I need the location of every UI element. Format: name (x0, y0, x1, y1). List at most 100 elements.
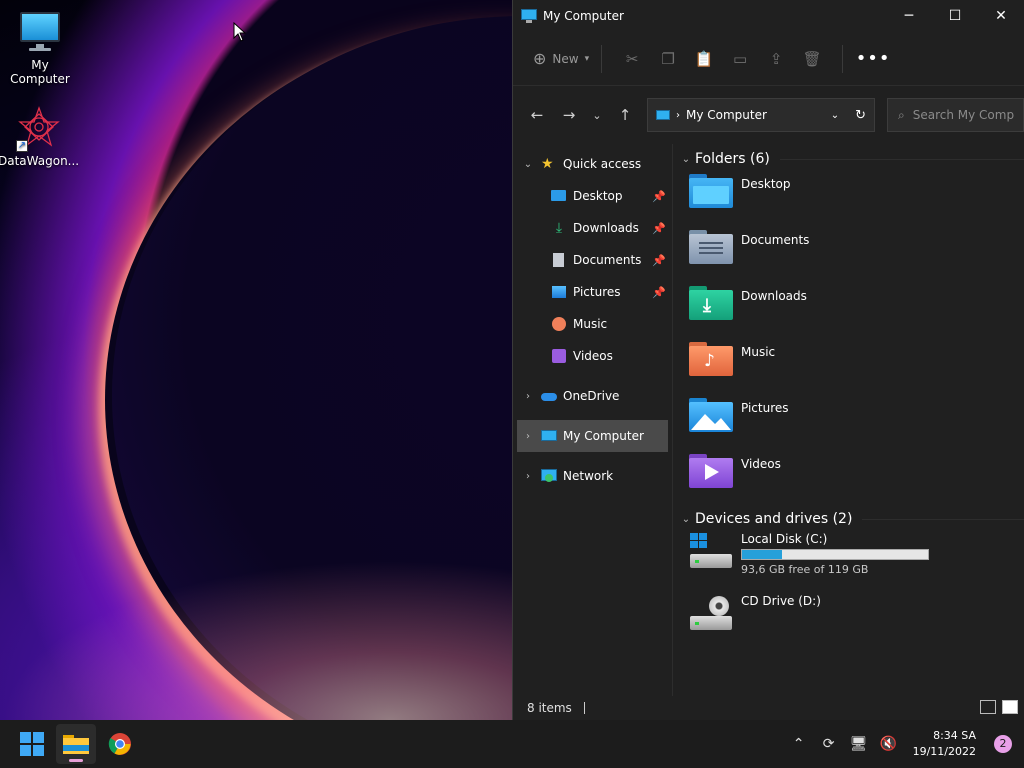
separator (601, 44, 603, 73)
separator (842, 44, 844, 73)
folders-group-header[interactable]: ⌄ Folders (6) (679, 148, 1024, 170)
folder-name: Videos (741, 457, 781, 471)
desktop-icon-datawagon[interactable]: ↗ DataWagon... (0, 106, 80, 168)
sidebar-item-onedrive[interactable]: › OneDrive (513, 380, 672, 412)
sidebar-item-label: Network (563, 469, 614, 483)
chevron-down-icon[interactable]: ⌄ (521, 159, 535, 170)
recent-locations-chevron-icon[interactable]: ⌄ (585, 100, 609, 130)
chevron-up-icon[interactable]: ⌃ (789, 736, 809, 752)
pin-icon: 📌 (652, 189, 666, 203)
more-options-button[interactable]: ••• (855, 48, 891, 69)
datawagon-logo-icon: ↗ (16, 106, 60, 152)
minimize-button[interactable]: ─ (886, 0, 932, 32)
large-icons-view-icon[interactable] (1002, 700, 1018, 714)
pictures-folder-icon (689, 398, 733, 434)
time: 8:34 SA (933, 729, 976, 742)
chevron-right-icon[interactable]: › (521, 431, 535, 442)
desktop-icon-my-computer[interactable]: My Computer (0, 10, 80, 86)
sidebar-item-label: Videos (573, 349, 613, 363)
search-input[interactable]: ⌕ Search My Comp (887, 98, 1024, 132)
details-view-icon[interactable] (980, 700, 996, 714)
refresh-icon[interactable]: ↻ (855, 108, 866, 123)
address-bar[interactable]: › My Computer ⌄ ↻ (647, 98, 875, 132)
breadcrumb-separator-icon: › (676, 109, 680, 121)
group-title: Folders (6) (695, 151, 770, 167)
network-disconnected-icon[interactable]: 🖥 (849, 736, 869, 752)
sidebar-item-label: Desktop (573, 189, 623, 203)
drive-name: CD Drive (D:) (741, 594, 821, 608)
file-explorer-window: My Computer ─ ☐ ✕ ⊕ New ▾ ✂ ❐ 📋 ▭ ⇪ 🗑 ••… (512, 0, 1024, 720)
search-icon: ⌕ (898, 107, 905, 122)
sidebar-item-music[interactable]: Music (513, 308, 672, 340)
title-bar[interactable]: My Computer ─ ☐ ✕ (513, 0, 1024, 32)
document-icon (551, 252, 567, 268)
documents-folder-icon (689, 230, 733, 266)
chevron-down-icon[interactable]: ⌄ (679, 154, 693, 165)
date: 19/11/2022 (912, 745, 976, 758)
new-button[interactable]: ⊕ New ▾ (533, 49, 589, 68)
drive-local-disk-c[interactable]: Local Disk (C:) 93,6 GB free of 119 GB (679, 530, 1024, 592)
desktop-icon-label: My Computer (10, 58, 70, 86)
paste-icon[interactable]: 📋 (686, 44, 722, 74)
sidebar-item-desktop[interactable]: Desktop 📌 (513, 180, 672, 212)
windows-start-icon[interactable] (12, 724, 52, 764)
monitor-icon (656, 110, 670, 120)
folder-pictures[interactable]: Pictures (679, 394, 1024, 450)
sidebar-item-label: Quick access (563, 157, 642, 171)
desktop-folder-icon (689, 174, 733, 210)
back-arrow-icon[interactable]: ← (521, 100, 553, 130)
folder-desktop[interactable]: Desktop (679, 170, 1024, 226)
delete-icon[interactable]: 🗑 (794, 44, 830, 74)
chrome-icon[interactable] (100, 724, 140, 764)
sidebar-item-videos[interactable]: Videos (513, 340, 672, 372)
chevron-right-icon[interactable]: › (521, 391, 535, 402)
chevron-down-icon[interactable]: ⌄ (679, 514, 693, 525)
rename-icon[interactable]: ▭ (722, 44, 758, 74)
monitor-icon (18, 10, 62, 54)
file-explorer-icon[interactable] (56, 724, 96, 764)
downloads-folder-icon: ⤓ (689, 286, 733, 322)
plus-circle-icon: ⊕ (533, 49, 547, 68)
up-arrow-icon[interactable]: ↑ (609, 100, 641, 130)
drive-cd-d[interactable]: CD Drive (D:) (679, 592, 1024, 654)
breadcrumb[interactable]: My Computer (686, 108, 825, 122)
chevron-right-icon[interactable]: › (521, 471, 535, 482)
sync-icon[interactable]: ⟳ (819, 736, 839, 752)
cd-drive-icon (689, 594, 733, 634)
sidebar-item-label: Downloads (573, 221, 639, 235)
sidebar-item-pictures[interactable]: Pictures 📌 (513, 276, 672, 308)
folder-name: Pictures (741, 401, 789, 415)
sidebar-item-label: Music (573, 317, 608, 331)
sidebar-item-documents[interactable]: Documents 📌 (513, 244, 672, 276)
clock[interactable]: 8:34 SA 19/11/2022 (913, 728, 976, 760)
sidebar-item-label: Documents (573, 253, 642, 267)
volume-muted-icon[interactable]: 🔇 (879, 736, 899, 752)
drive-name: Local Disk (C:) (741, 532, 828, 546)
maximize-button[interactable]: ☐ (932, 0, 978, 32)
copy-icon[interactable]: ❐ (650, 44, 686, 74)
folder-documents[interactable]: Documents (679, 226, 1024, 282)
drives-group-header[interactable]: ⌄ Devices and drives (2) (679, 508, 1024, 530)
folder-name: Downloads (741, 289, 807, 303)
folder-music[interactable]: ♪ Music (679, 338, 1024, 394)
desktop-icon-label: DataWagon... (0, 154, 80, 168)
sidebar-item-label: OneDrive (563, 389, 620, 403)
system-tray: ⌃ ⟳ 🖥 🔇 8:34 SA 19/11/2022 2 (789, 720, 1012, 768)
share-icon[interactable]: ⇪ (758, 44, 794, 74)
sidebar-item-my-computer[interactable]: › My Computer (517, 420, 668, 452)
cut-icon[interactable]: ✂ (614, 44, 650, 74)
close-button[interactable]: ✕ (978, 0, 1024, 32)
cloud-icon (541, 388, 557, 404)
sidebar-item-downloads[interactable]: ⤓ Downloads 📌 (513, 212, 672, 244)
forward-arrow-icon[interactable]: → (553, 100, 585, 130)
sidebar-item-quick-access[interactable]: ⌄ ★ Quick access (513, 148, 672, 180)
notification-badge[interactable]: 2 (994, 735, 1012, 753)
explorer-body: ⌄ ★ Quick access Desktop 📌 ⤓ Downloads 📌… (513, 144, 1024, 696)
folder-name: Music (741, 345, 776, 359)
sidebar-item-label: My Computer (563, 429, 644, 443)
pictures-icon (551, 284, 567, 300)
folder-videos[interactable]: Videos (679, 450, 1024, 506)
folder-downloads[interactable]: ⤓ Downloads (679, 282, 1024, 338)
sidebar-item-network[interactable]: › Network (513, 460, 672, 492)
chevron-down-icon[interactable]: ⌄ (831, 110, 839, 121)
